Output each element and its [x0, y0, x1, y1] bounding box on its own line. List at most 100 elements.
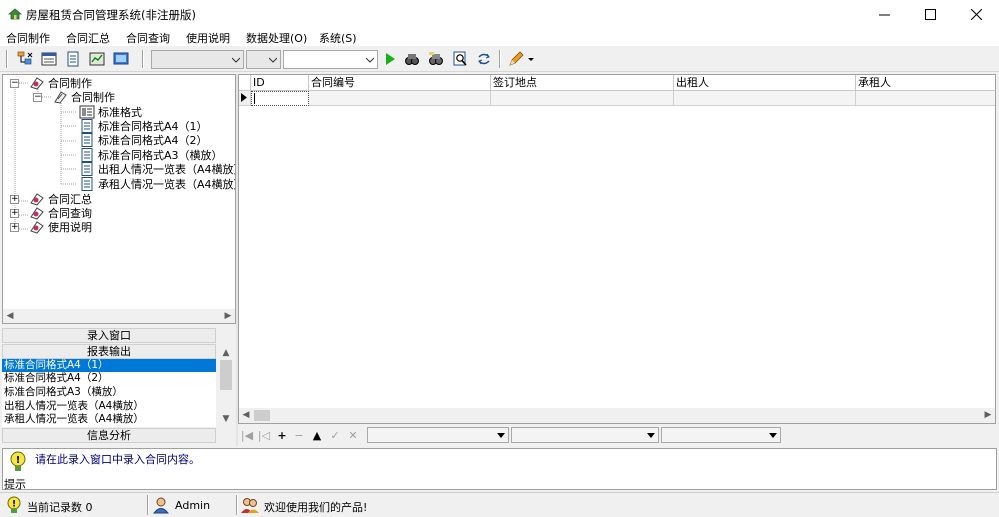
scroll-thumb[interactable]	[254, 410, 270, 421]
tree-node-lessee-list[interactable]: 承租人情况一览表（A4横放）	[79, 177, 235, 191]
column-header-id[interactable]: ID	[251, 75, 309, 91]
menu-contract-query[interactable]: 合同查询	[126, 30, 170, 46]
report-document-icon	[81, 148, 93, 162]
find-next-button[interactable]	[427, 50, 445, 68]
menu-system[interactable]: 系统(S)	[319, 30, 357, 46]
preview-button[interactable]	[451, 50, 469, 68]
post-record-icon[interactable]: ✓	[328, 428, 342, 442]
welcome-message: 欢迎使用我们的产品!	[264, 501, 368, 514]
find-person-button[interactable]	[403, 50, 421, 68]
grid-cell-id[interactable]	[251, 91, 309, 106]
grid-cell-lessee[interactable]	[856, 91, 995, 106]
menu-contract-making[interactable]: 合同制作	[6, 30, 50, 46]
window-title: 房屋租赁合同管理系统(非注册版)	[26, 8, 196, 22]
monitor-icon	[113, 52, 129, 65]
users-group-icon	[241, 498, 259, 513]
expand-toggle[interactable]: +	[10, 194, 19, 204]
tree-node-contract-making-sub[interactable]: − 合同制作	[33, 90, 115, 104]
tree-horizontal-scrollbar[interactable]: ◀ ▶	[3, 309, 235, 323]
list-item[interactable]: 标准合同格式A3（横放）	[2, 386, 216, 399]
tree-node-format-a4-1[interactable]: 标准合同格式A4（1）	[79, 119, 208, 133]
column-header-signing-place[interactable]: 签订地点	[491, 75, 674, 91]
scroll-left-icon[interactable]: ◀	[239, 408, 253, 422]
report-output-list[interactable]: 标准合同格式A4（1） 标准合同格式A4（2） 标准合同格式A3（横放） 出租人…	[2, 359, 216, 427]
collapse-toggle[interactable]: −	[10, 78, 19, 88]
scroll-right-icon[interactable]: ▶	[221, 309, 235, 323]
document-pen-icon	[54, 91, 67, 104]
lightbulb-icon: !	[7, 496, 21, 513]
list-item[interactable]: 承租人情况一览表（A4横放）	[2, 413, 216, 426]
document-button[interactable]	[64, 50, 82, 68]
navigation-tree[interactable]: − 合同制作 − 合同制作 标准格式 标准合同格式A4（1） 标准合同格式A4（…	[2, 74, 236, 324]
report-output-header[interactable]: 报表输出	[2, 344, 216, 359]
tree-node-contract-summary[interactable]: + 合同汇总	[10, 192, 92, 206]
tree-node-format-a4-2[interactable]: 标准合同格式A4（2）	[79, 133, 208, 147]
record-count: 当前记录数 0	[27, 501, 93, 514]
contract-data-grid[interactable]: ID 合同编号 签订地点 出租人 承租人 ◀ ▶	[238, 74, 996, 424]
nav-combo-3[interactable]	[661, 427, 781, 443]
row-indicator[interactable]	[239, 91, 251, 106]
close-button[interactable]	[953, 0, 999, 28]
list-item[interactable]: 标准合同格式A4（2）	[2, 372, 216, 385]
delete-record-icon[interactable]: −	[292, 428, 306, 442]
column-header-lessee[interactable]: 承租人	[856, 75, 995, 91]
expand-toggle[interactable]: +	[10, 222, 19, 232]
field-combo[interactable]	[151, 50, 244, 69]
info-analysis-header[interactable]: 信息分析	[2, 428, 216, 443]
nav-combo-1[interactable]	[367, 427, 509, 443]
tree-node-lessor-list[interactable]: 出租人情况一览表（A4横放）	[79, 162, 235, 176]
form-view-button[interactable]	[40, 50, 58, 68]
prior-record-icon[interactable]: |◁	[257, 428, 271, 442]
list-item[interactable]: 出租人情况一览表（A4横放）	[2, 400, 216, 413]
document-icon	[67, 51, 79, 67]
edit-record-icon[interactable]: ▲	[310, 428, 324, 442]
chart-window-icon	[89, 52, 105, 66]
menu-data-processing[interactable]: 数据处理(O)	[246, 30, 307, 46]
chart-button[interactable]	[88, 50, 106, 68]
minimize-button[interactable]	[861, 0, 907, 28]
edit-menu-button[interactable]	[507, 50, 537, 68]
tree-node-contract-query[interactable]: + 合同查询	[10, 206, 92, 220]
value-combo[interactable]	[283, 50, 378, 69]
maximize-button[interactable]	[907, 0, 953, 28]
tree-node-instructions[interactable]: + 使用说明	[10, 220, 92, 234]
nav-combo-2[interactable]	[511, 427, 659, 443]
chevron-down-icon	[769, 433, 777, 438]
first-record-icon[interactable]: |◀	[240, 428, 254, 442]
expand-toggle[interactable]: +	[10, 208, 19, 218]
column-header-lessor[interactable]: 出租人	[674, 75, 856, 91]
cancel-record-icon[interactable]: ✕	[346, 428, 360, 442]
scroll-thumb[interactable]	[220, 360, 232, 390]
current-row-arrow-icon	[241, 93, 247, 102]
grid-cell-lessor[interactable]	[674, 91, 856, 106]
tree-node-contract-making[interactable]: − 合同制作	[10, 76, 92, 90]
close-icon	[970, 8, 982, 20]
grid-cell-signing-place[interactable]	[491, 91, 674, 106]
operator-combo[interactable]	[246, 50, 281, 69]
chevron-down-icon	[647, 433, 655, 438]
grid-cell-contract-no[interactable]	[309, 91, 491, 106]
refresh-button[interactable]	[475, 50, 493, 68]
menu-contract-summary[interactable]: 合同汇总	[66, 30, 110, 46]
scroll-left-icon[interactable]: ◀	[3, 309, 17, 323]
tree-view-button[interactable]	[16, 50, 34, 68]
grid-horizontal-scrollbar[interactable]: ◀ ▶	[239, 408, 995, 423]
entry-window-header[interactable]: 录入窗口	[2, 328, 216, 343]
run-query-button[interactable]	[381, 50, 399, 68]
menu-instructions[interactable]: 使用说明	[186, 30, 230, 46]
chevron-down-icon	[269, 57, 277, 63]
play-icon	[386, 53, 395, 65]
chevron-down-icon	[497, 433, 505, 438]
screen-button[interactable]	[112, 50, 130, 68]
column-header-contract-no[interactable]: 合同编号	[309, 75, 491, 91]
scroll-right-icon[interactable]: ▶	[981, 408, 995, 422]
collapse-toggle[interactable]: −	[33, 92, 42, 102]
scroll-up-icon[interactable]: ▲	[219, 346, 233, 360]
refresh-arrows-icon	[478, 53, 490, 65]
insert-record-icon[interactable]: +	[275, 428, 289, 442]
scroll-down-icon[interactable]: ▼	[219, 412, 233, 426]
list-item[interactable]: 标准合同格式A4（1）	[2, 359, 216, 372]
tree-node-standard-format[interactable]: 标准格式	[79, 105, 142, 119]
tree-node-format-a3[interactable]: 标准合同格式A3（横放）	[79, 148, 223, 162]
list-vertical-scrollbar[interactable]: ▲ ▼	[218, 344, 234, 428]
